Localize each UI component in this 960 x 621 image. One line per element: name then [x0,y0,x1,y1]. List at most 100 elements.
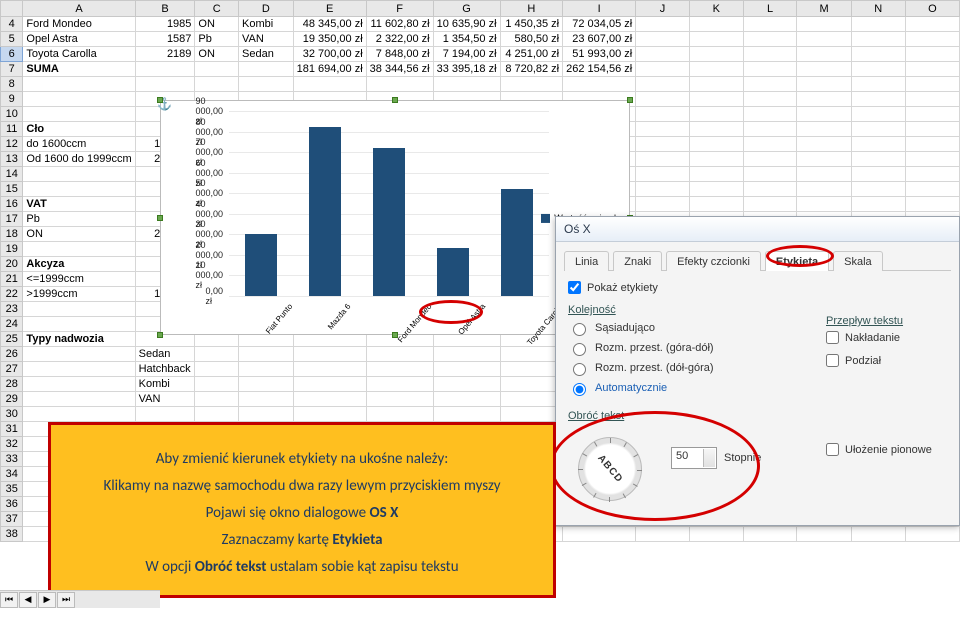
cell[interactable] [23,92,135,107]
cell[interactable] [23,182,135,197]
cell[interactable] [851,122,905,137]
split-checkbox[interactable]: Podział [826,354,903,367]
cell[interactable] [135,77,195,92]
cell[interactable] [23,347,135,362]
cell[interactable] [797,527,851,542]
cell[interactable] [905,77,959,92]
cell[interactable] [851,182,905,197]
dialog-tab[interactable]: Efekty czcionki [666,251,761,271]
cell[interactable] [636,137,690,152]
cell[interactable] [433,392,500,407]
row-header[interactable]: 15 [1,182,23,197]
resize-handle[interactable] [627,97,633,103]
cell[interactable]: Ford Mondeo [23,17,135,32]
cell[interactable]: 1 450,35 zł [500,17,563,32]
cell[interactable]: <=1999ccm [23,272,135,287]
cell[interactable] [366,347,433,362]
axis-x-dialog[interactable]: Oś X LiniaZnakiEfekty czcionkiEtykietaSk… [555,216,960,526]
cell[interactable]: 48 345,00 zł [293,17,366,32]
cell[interactable] [636,167,690,182]
cell[interactable] [23,302,135,317]
cell[interactable] [195,77,239,92]
cell[interactable]: Sedan [135,347,195,362]
cell[interactable] [851,17,905,32]
cell[interactable] [23,107,135,122]
row-header[interactable]: 14 [1,167,23,182]
dialog-tab[interactable]: Linia [564,251,609,271]
cell[interactable] [905,167,959,182]
cell[interactable] [135,62,195,77]
chart-bar[interactable] [309,127,341,296]
cell[interactable] [23,77,135,92]
cell[interactable] [636,92,690,107]
cell[interactable] [851,92,905,107]
cell[interactable]: 4 251,00 zł [500,47,563,62]
cell[interactable] [689,527,743,542]
cell[interactable] [851,152,905,167]
row-header[interactable]: 26 [1,347,23,362]
cell[interactable] [500,77,563,92]
cell[interactable] [135,407,195,422]
sheet-nav[interactable]: ⏮ ◀ ▶ ⏭ [0,590,160,608]
cell[interactable] [851,107,905,122]
cell[interactable] [689,137,743,152]
row-header[interactable]: 35 [1,482,23,497]
row-header[interactable]: 20 [1,257,23,272]
cell[interactable] [195,392,239,407]
cell[interactable] [293,362,366,377]
row-header[interactable]: 25 [1,332,23,347]
row-header[interactable]: 6 [1,47,23,62]
row-header[interactable]: 29 [1,392,23,407]
cell[interactable] [743,182,797,197]
cell[interactable] [23,167,135,182]
cell[interactable] [743,47,797,62]
row-header[interactable]: 32 [1,437,23,452]
cell[interactable] [689,122,743,137]
cell[interactable] [851,77,905,92]
cell[interactable] [195,62,239,77]
cell[interactable]: >1999ccm [23,287,135,302]
cell[interactable] [851,167,905,182]
cell[interactable] [851,32,905,47]
cell[interactable] [195,407,239,422]
column-header[interactable]: I [563,1,636,17]
cell[interactable] [195,377,239,392]
row-header[interactable]: 8 [1,77,23,92]
sheet-next-button[interactable]: ▶ [38,592,56,608]
cell[interactable]: ON [23,227,135,242]
cell[interactable]: 7 848,00 zł [366,47,433,62]
cell[interactable] [689,107,743,122]
row-header[interactable]: 34 [1,467,23,482]
column-header[interactable]: C [195,1,239,17]
cell[interactable] [743,527,797,542]
cell[interactable]: Od 1600 do 1999ccm [23,152,135,167]
cell[interactable] [293,347,366,362]
cell[interactable]: 2189 [135,47,195,62]
cell[interactable]: VAT [23,197,135,212]
cell[interactable] [239,77,294,92]
cell[interactable] [563,77,636,92]
resize-handle[interactable] [392,97,398,103]
cell[interactable] [743,62,797,77]
cell[interactable] [905,527,959,542]
cell[interactable] [797,152,851,167]
cell[interactable] [689,182,743,197]
row-header[interactable]: 11 [1,122,23,137]
cell[interactable] [563,527,636,542]
cell[interactable] [366,407,433,422]
cell[interactable] [797,167,851,182]
cell[interactable] [743,152,797,167]
cell[interactable] [433,347,500,362]
column-header[interactable]: F [366,1,433,17]
cell[interactable] [797,122,851,137]
cell[interactable]: Toyota Carolla [23,47,135,62]
dialog-tab[interactable]: Skala [833,251,883,271]
cell[interactable] [689,167,743,182]
cell[interactable] [23,362,135,377]
cell[interactable] [797,137,851,152]
cell[interactable] [293,407,366,422]
cell[interactable]: do 1600ccm [23,137,135,152]
column-header[interactable]: A [23,1,135,17]
cell[interactable]: 580,50 zł [500,32,563,47]
row-header[interactable]: 5 [1,32,23,47]
